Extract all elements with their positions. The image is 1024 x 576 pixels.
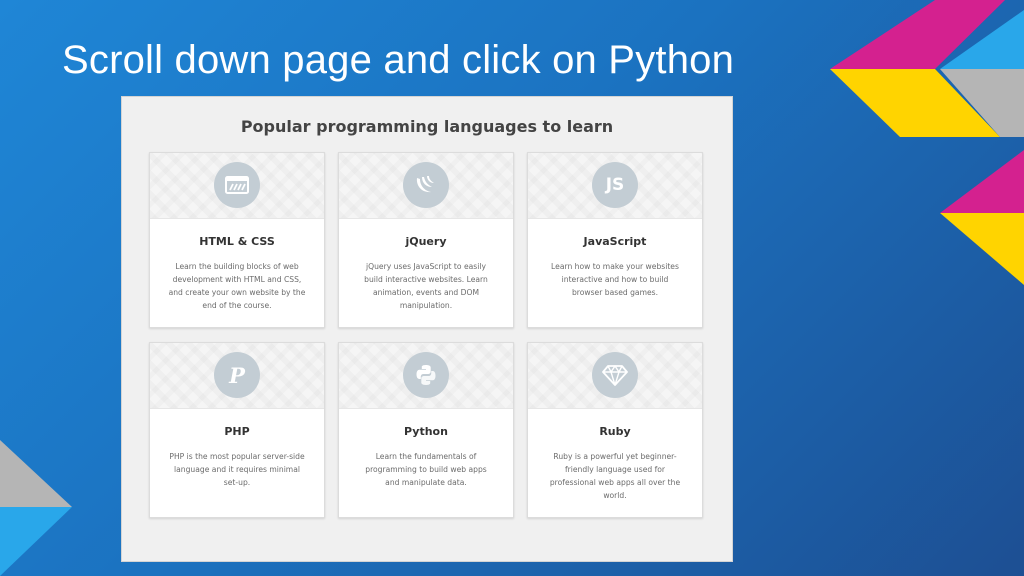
yellow-shape-top bbox=[830, 69, 1000, 137]
course-card-jquery[interactable]: jQuery jQuery uses JavaScript to easily … bbox=[338, 152, 514, 328]
card-header-pattern bbox=[339, 343, 513, 409]
course-description: Ruby is a powerful yet beginner-friendly… bbox=[549, 452, 681, 500]
course-grid: HTML & CSS Learn the building blocks of … bbox=[149, 152, 703, 518]
card-header-pattern bbox=[528, 343, 702, 409]
course-card-php[interactable]: P PHP PHP is the most popular server-sid… bbox=[149, 342, 325, 518]
section-heading: Popular programming languages to learn bbox=[240, 117, 614, 136]
course-card-ruby[interactable]: Ruby Ruby is a powerful yet beginner-fri… bbox=[527, 342, 703, 518]
course-description: PHP is the most popular server-side lang… bbox=[169, 452, 305, 487]
course-card-html-css[interactable]: HTML & CSS Learn the building blocks of … bbox=[149, 152, 325, 328]
sky-triangle-top bbox=[940, 10, 1024, 69]
javascript-icon: JS bbox=[592, 162, 638, 208]
course-catalog-screenshot: Popular programming languages to learn H… bbox=[121, 96, 733, 562]
python-icon bbox=[403, 352, 449, 398]
sky-triangle-bottom-left bbox=[0, 507, 72, 576]
course-name: PHP bbox=[224, 425, 250, 438]
course-name: HTML & CSS bbox=[199, 235, 275, 248]
course-name: Ruby bbox=[599, 425, 631, 438]
card-header-pattern bbox=[150, 153, 324, 219]
course-description: Learn the building blocks of web develop… bbox=[168, 262, 306, 310]
card-header-pattern bbox=[339, 153, 513, 219]
grey-triangle-bottom-left bbox=[0, 440, 72, 507]
magenta-triangle-right bbox=[940, 150, 1024, 213]
course-name: Python bbox=[404, 425, 448, 438]
course-name: jQuery bbox=[405, 235, 447, 248]
html-css-icon bbox=[214, 162, 260, 208]
yellow-triangle-right bbox=[940, 213, 1024, 285]
php-icon: P bbox=[214, 352, 260, 398]
course-description: jQuery uses JavaScript to easily build i… bbox=[364, 262, 488, 310]
grey-shape-top bbox=[940, 69, 1024, 137]
slide-title: Scroll down page and click on Python bbox=[62, 38, 735, 82]
jquery-icon bbox=[403, 162, 449, 208]
course-description: Learn how to make your websites interact… bbox=[551, 262, 679, 297]
card-header-pattern: JS bbox=[528, 153, 702, 219]
course-card-javascript[interactable]: JS JavaScript Learn how to make your web… bbox=[527, 152, 703, 328]
magenta-triangle-top bbox=[830, 0, 1005, 69]
javascript-icon-label: JS bbox=[605, 175, 625, 195]
card-header-pattern: P bbox=[150, 343, 324, 409]
course-card-python[interactable]: Python Learn the fundamentals of program… bbox=[338, 342, 514, 518]
ruby-icon bbox=[592, 352, 638, 398]
course-description: Learn the fundamentals of programming to… bbox=[365, 452, 487, 487]
php-icon-label: P bbox=[229, 362, 245, 388]
course-name: JavaScript bbox=[583, 235, 647, 248]
